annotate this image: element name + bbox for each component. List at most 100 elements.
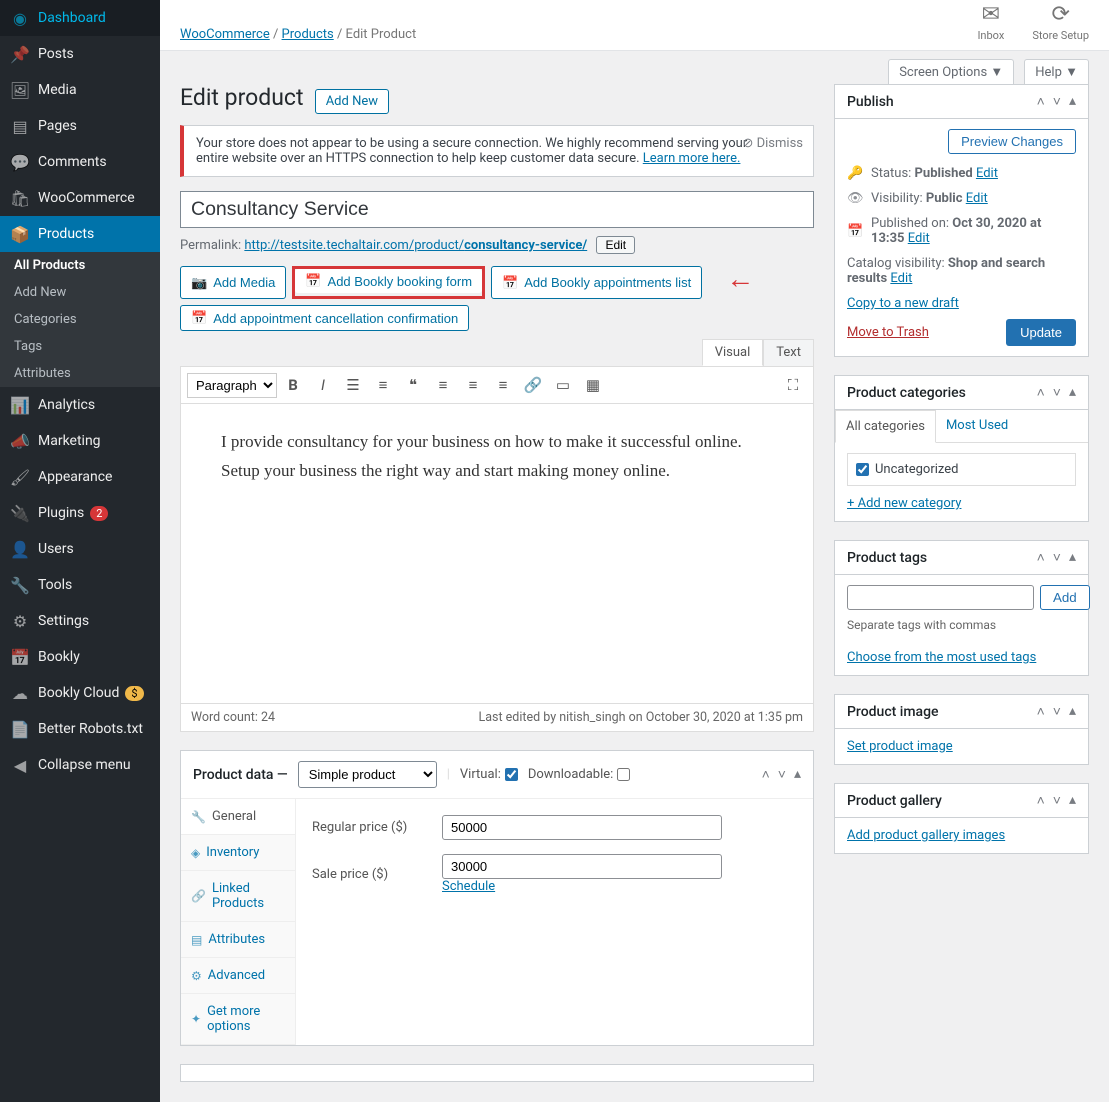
menu-marketing[interactable]: 📣Marketing: [0, 423, 160, 459]
choose-tags-link[interactable]: Choose from the most used tags: [847, 650, 1036, 665]
editor-tab-text[interactable]: Text: [763, 339, 814, 366]
file-icon: 📄: [10, 719, 30, 739]
quote-button[interactable]: ❝: [399, 371, 427, 399]
align-left-button[interactable]: ≡: [429, 371, 457, 399]
chevron-down-icon[interactable]: ˅: [778, 766, 786, 783]
editor-tab-visual[interactable]: Visual: [702, 339, 764, 366]
product-type-select[interactable]: Simple product: [298, 761, 437, 788]
chevron-up-icon[interactable]: ˄: [1037, 93, 1045, 110]
tab-get-more[interactable]: ✦Get more options: [181, 994, 295, 1045]
menu-comments[interactable]: 💬Comments: [0, 144, 160, 180]
cat-tab-most-used[interactable]: Most Used: [936, 410, 1018, 442]
sale-price-input[interactable]: [442, 854, 722, 879]
menu-plugins[interactable]: 🔌Plugins2: [0, 495, 160, 531]
move-trash-link[interactable]: Move to Trash: [847, 325, 929, 340]
align-center-button[interactable]: ≡: [459, 371, 487, 399]
menu-collapse[interactable]: ◀Collapse menu: [0, 747, 160, 783]
copy-draft-link[interactable]: Copy to a new draft: [847, 296, 959, 311]
chevron-down-icon[interactable]: ˅: [1053, 93, 1061, 110]
status-edit[interactable]: Edit: [976, 166, 998, 181]
toggle-icon[interactable]: ▴: [794, 766, 801, 783]
product-image-box: Product image˄˅▴ Set product image: [834, 694, 1089, 765]
readmore-button[interactable]: ▭: [549, 371, 577, 399]
regular-price-input[interactable]: [442, 815, 722, 840]
woo-icon: 🛍: [10, 188, 30, 208]
screen-options-button[interactable]: Screen Options ▼: [888, 59, 1014, 84]
notice-dismiss[interactable]: ⊘ Dismiss: [742, 136, 803, 151]
permalink-link[interactable]: http://testsite.techaltair.com/product/c…: [244, 238, 587, 253]
menu-woocommerce[interactable]: 🛍WooCommerce: [0, 180, 160, 216]
toggle-icon[interactable]: ▴: [1069, 93, 1076, 110]
product-title-input[interactable]: [180, 191, 814, 228]
catalog-edit[interactable]: Edit: [890, 271, 912, 286]
calendar-icon: 📅: [847, 224, 863, 239]
add-gallery-link[interactable]: Add product gallery images: [847, 828, 1005, 843]
tag-input[interactable]: [847, 585, 1034, 610]
menu-dashboard[interactable]: ◉Dashboard: [0, 0, 160, 36]
format-select[interactable]: Paragraph: [187, 373, 277, 398]
menu-robots[interactable]: 📄Better Robots.txt: [0, 711, 160, 747]
menu-settings[interactable]: ⚙Settings: [0, 603, 160, 639]
tab-inventory[interactable]: ◈Inventory: [181, 835, 295, 871]
sliders-icon: ⚙: [10, 611, 30, 631]
breadcrumb-products[interactable]: Products: [282, 27, 334, 42]
spark-icon: ✦: [191, 1012, 201, 1026]
help-button[interactable]: Help ▼: [1024, 59, 1089, 84]
cat-tab-all[interactable]: All categories: [835, 410, 936, 443]
submenu-categories[interactable]: Categories: [0, 306, 160, 333]
notice-learn-more[interactable]: Learn more here.: [643, 151, 741, 166]
schedule-link[interactable]: Schedule: [442, 879, 495, 894]
menu-media[interactable]: 🖼Media: [0, 72, 160, 108]
link-button[interactable]: 🔗: [519, 371, 547, 399]
arrow-annotation: ←: [726, 262, 754, 295]
short-description-box: [180, 1064, 814, 1082]
breadcrumb-woocommerce[interactable]: WooCommerce: [180, 27, 270, 42]
chevron-up-icon[interactable]: ˄: [762, 766, 770, 783]
bold-button[interactable]: B: [279, 371, 307, 399]
content-editor[interactable]: I provide consultancy for your business …: [180, 404, 814, 704]
ol-button[interactable]: ≡: [369, 371, 397, 399]
published-edit[interactable]: Edit: [908, 231, 930, 246]
toolbar-toggle-button[interactable]: ▦: [579, 371, 607, 399]
fullscreen-button[interactable]: ⛶: [779, 371, 807, 399]
set-image-link[interactable]: Set product image: [847, 739, 953, 754]
menu-bookly[interactable]: 📅Bookly: [0, 639, 160, 675]
submenu-all-products[interactable]: All Products: [0, 252, 160, 279]
virtual-checkbox[interactable]: [505, 768, 518, 781]
add-media-button[interactable]: 📷Add Media: [180, 266, 286, 299]
permalink-edit-button[interactable]: Edit: [596, 236, 635, 254]
menu-users[interactable]: 👤Users: [0, 531, 160, 567]
add-bookly-form-button[interactable]: 📅Add Bookly booking form: [295, 269, 482, 293]
tag-add-button[interactable]: Add: [1040, 585, 1090, 610]
add-bookly-appts-button[interactable]: 📅Add Bookly appointments list: [491, 266, 702, 299]
submenu-tags[interactable]: Tags: [0, 333, 160, 360]
menu-products[interactable]: 📦Products: [0, 216, 160, 252]
menu-tools[interactable]: 🔧Tools: [0, 567, 160, 603]
preview-button[interactable]: Preview Changes: [948, 129, 1076, 154]
tab-attributes[interactable]: ▤Attributes: [181, 922, 295, 958]
downloadable-checkbox[interactable]: [617, 768, 630, 781]
media-icon: 🖼: [10, 80, 30, 100]
visibility-edit[interactable]: Edit: [966, 191, 988, 206]
italic-button[interactable]: I: [309, 371, 337, 399]
menu-pages[interactable]: ▤Pages: [0, 108, 160, 144]
permalink-row: Permalink: http://testsite.techaltair.co…: [180, 236, 814, 254]
update-button[interactable]: Update: [1006, 319, 1076, 346]
align-right-button[interactable]: ≡: [489, 371, 517, 399]
ul-button[interactable]: ☰: [339, 371, 367, 399]
submenu-attributes[interactable]: Attributes: [0, 360, 160, 387]
menu-analytics[interactable]: 📊Analytics: [0, 387, 160, 423]
store-setup-button[interactable]: ⟳Store Setup: [1032, 2, 1089, 42]
submenu-add-new[interactable]: Add New: [0, 279, 160, 306]
menu-appearance[interactable]: 🖌Appearance: [0, 459, 160, 495]
add-new-button[interactable]: Add New: [315, 89, 389, 114]
tab-general[interactable]: 🔧General: [181, 799, 295, 835]
tab-linked[interactable]: 🔗Linked Products: [181, 871, 295, 922]
add-category-link[interactable]: + Add new category: [847, 496, 961, 511]
menu-posts[interactable]: 📌Posts: [0, 36, 160, 72]
cat-uncategorized-check[interactable]: [856, 463, 869, 476]
menu-bookly-cloud[interactable]: ☁Bookly Cloud$: [0, 675, 160, 711]
add-cancel-confirm-button[interactable]: 📅Add appointment cancellation confirmati…: [180, 305, 469, 331]
inbox-button[interactable]: ✉Inbox: [977, 2, 1004, 42]
tab-advanced[interactable]: ⚙Advanced: [181, 958, 295, 994]
